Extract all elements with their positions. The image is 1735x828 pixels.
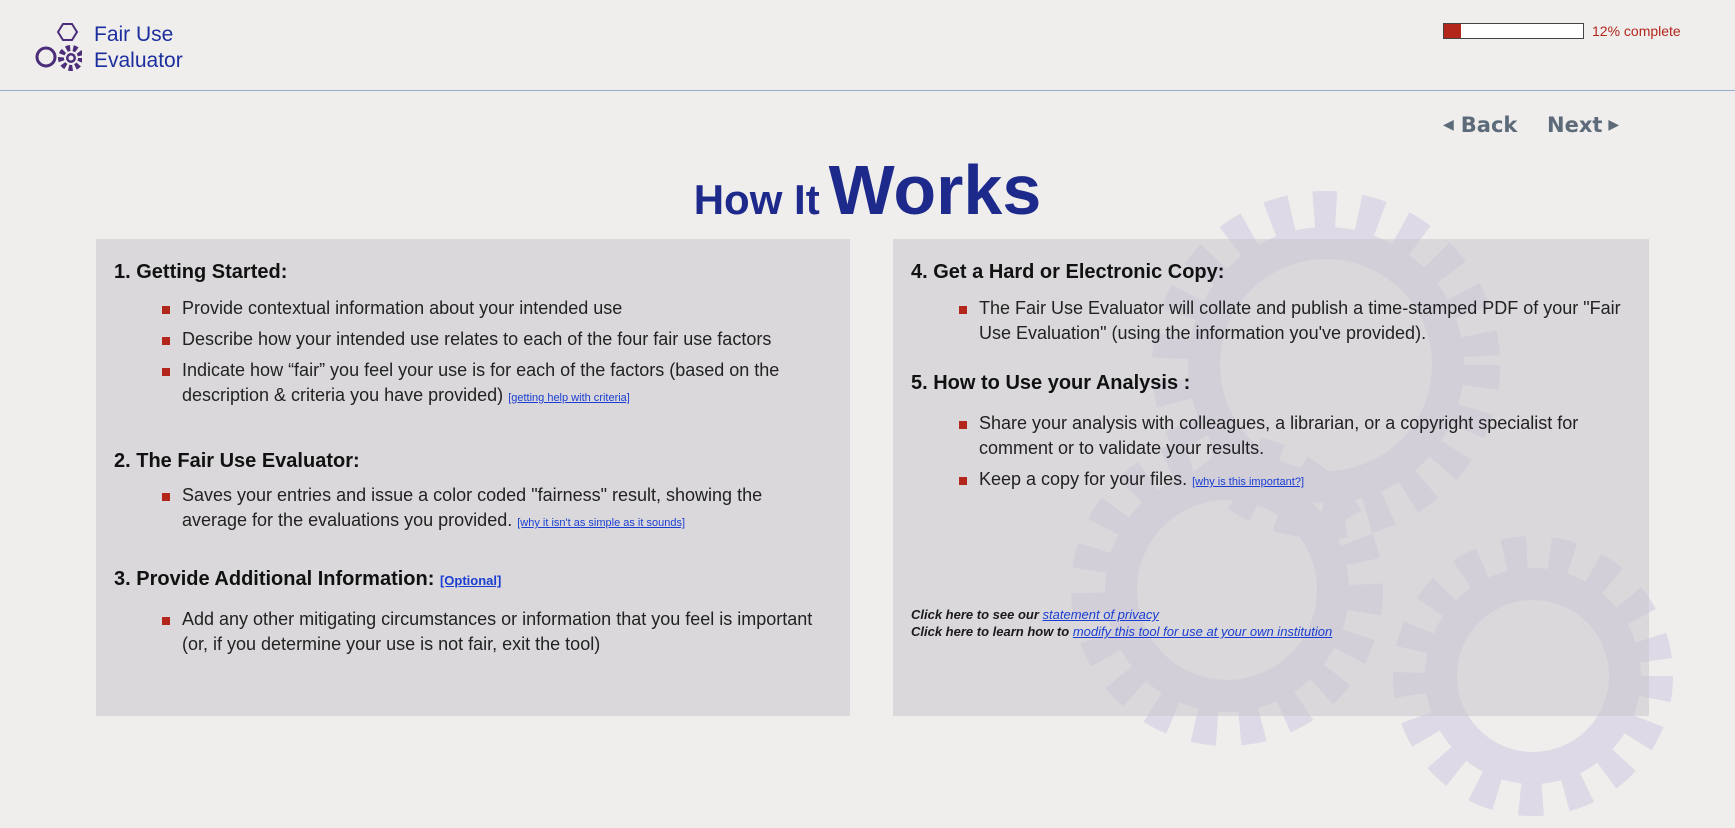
privacy-prefix: Click here to see our [911,607,1039,622]
bullet-icon [162,493,170,501]
section-fair-use-evaluator: 2. The Fair Use Evaluator: Saves your en… [114,449,830,536]
progress-label: 12% complete [1592,23,1681,39]
logo-line-2: Evaluator [94,49,183,72]
right-panel: 4. Get a Hard or Electronic Copy: The Fa… [893,239,1649,716]
bullet-icon [959,421,967,429]
left-panel: 1. Getting Started: Provide contextual i… [96,239,850,716]
progress-fill [1444,24,1461,38]
list-item-text: Keep a copy for your files. [979,469,1188,489]
progress-indicator: 12% complete [1443,23,1681,39]
section-heading: 4. Get a Hard or Electronic Copy: [911,261,1225,283]
section-list: Share your analysis with colleagues, a l… [959,411,1629,495]
privacy-link[interactable]: statement of privacy [1043,607,1159,622]
section-list: The Fair Use Evaluator will collate and … [959,296,1629,346]
bullet-icon [162,617,170,625]
privacy-line: Click here to see our statement of priva… [911,606,1332,623]
footer-links: Click here to see our statement of priva… [911,606,1332,640]
next-button[interactable]: Next ▶ [1547,113,1619,137]
section-heading: 3. Provide Additional Information: [Opti… [114,567,830,593]
section-additional-info: 3. Provide Additional Information: [Opti… [114,567,830,657]
back-label: Back [1460,113,1518,137]
bullet-icon [162,337,170,345]
list-item: Keep a copy for your files. [why is this… [959,467,1629,495]
list-item-text: Add any other mitigating circumstances o… [182,609,813,654]
modify-prefix: Click here to learn how to [911,624,1070,639]
section-getting-started: 1. Getting Started: Provide contextual i… [114,260,830,411]
right-triangle-icon: ▶ [1608,117,1620,133]
next-label: Next [1547,113,1603,137]
list-item: Saves your entries and issue a color cod… [162,483,830,536]
modify-line: Click here to learn how to modify this t… [911,623,1332,640]
left-triangle-icon: ◀ [1443,117,1454,133]
why-not-simple-link[interactable]: [why it isn't as simple as it sounds] [517,517,685,529]
bullet-icon [162,368,170,376]
list-item-text: Share your analysis with colleagues, a l… [979,413,1579,458]
list-item: Indicate how “fair” you feel your use is… [162,358,830,411]
list-item: The Fair Use Evaluator will collate and … [959,296,1629,346]
list-item: Describe how your intended use relates t… [162,327,830,352]
section-list: Add any other mitigating circumstances o… [162,607,830,657]
why-important-link[interactable]: [why is this important?] [1192,476,1304,488]
list-item-text: Provide contextual information about you… [182,298,623,318]
section-list: Saves your entries and issue a color cod… [162,483,830,536]
list-item: Share your analysis with colleagues, a l… [959,411,1629,461]
list-item-text: Describe how your intended use relates t… [182,329,772,349]
title-part-1: How It [693,176,820,223]
list-item-text: Indicate how “fair” you feel your use is… [182,360,780,405]
back-button[interactable]: ◀ Back [1443,113,1517,137]
modify-tool-link[interactable]: modify this tool for use at your own ins… [1073,624,1332,639]
gears-logo-icon [35,23,82,71]
list-item: Provide contextual information about you… [162,296,830,321]
list-item: Add any other mitigating circumstances o… [162,607,830,657]
app-header: Fair Use Evaluator 12% complete [0,0,1735,91]
list-item-text: The Fair Use Evaluator will collate and … [979,298,1621,343]
title-part-2: Works [828,151,1042,229]
progress-bar [1443,23,1584,39]
criteria-help-link[interactable]: [getting help with criteria] [508,392,630,404]
bullet-icon [162,306,170,314]
section-heading: 2. The Fair Use Evaluator: [114,450,360,472]
section-list: Provide contextual information about you… [162,296,830,411]
app-logo-text[interactable]: Fair Use Evaluator [94,22,183,74]
section-heading: 1. Getting Started: [114,261,288,283]
optional-link[interactable]: [Optional] [440,573,501,588]
bullet-icon [959,477,967,485]
page-title: How It Works [0,150,1735,230]
bullet-icon [959,306,967,314]
logo-line-1: Fair Use [94,23,174,46]
section-heading: 5. How to Use your Analysis : [911,372,1191,394]
section-use-analysis: 5. How to Use your Analysis : Share your… [911,371,1629,495]
section-heading-text: 3. Provide Additional Information: [114,568,435,590]
section-hard-copy: 4. Get a Hard or Electronic Copy: The Fa… [911,260,1629,346]
